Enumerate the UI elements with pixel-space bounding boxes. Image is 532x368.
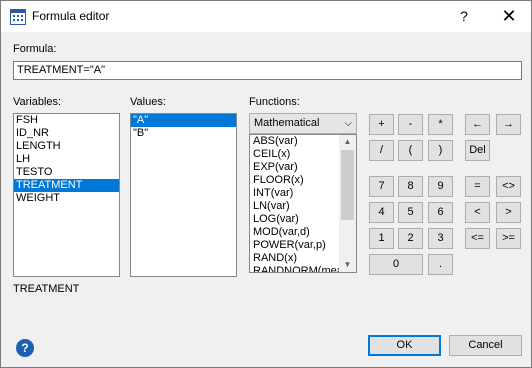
digit-3-button[interactable]: 3 xyxy=(428,228,453,249)
title-bar: Formula editor ? ✕ xyxy=(1,1,531,32)
greater-equal-button[interactable]: >= xyxy=(496,228,521,249)
function-item[interactable]: MOD(var,d) xyxy=(250,226,340,239)
plus-button[interactable]: + xyxy=(369,114,394,135)
value-item[interactable]: "B" xyxy=(131,127,236,140)
function-item[interactable]: POWER(var,p) xyxy=(250,239,340,252)
scrollbar-thumb[interactable] xyxy=(341,150,354,220)
formula-editor-dialog: Formula editor ? ✕ Formula: TREATMENT="A… xyxy=(0,0,532,368)
digit-4-button[interactable]: 4 xyxy=(369,202,394,223)
function-item[interactable]: RANDNORM(mean xyxy=(250,265,340,272)
digit-5-button[interactable]: 5 xyxy=(398,202,423,223)
not-equal-button[interactable]: <> xyxy=(496,176,521,197)
variable-item[interactable]: WEIGHT xyxy=(14,192,119,205)
variable-item[interactable]: LH xyxy=(14,153,119,166)
digit-6-button[interactable]: 6 xyxy=(428,202,453,223)
decimal-point-button[interactable]: . xyxy=(428,254,453,275)
less-than-button[interactable]: < xyxy=(465,202,490,223)
title-help-button[interactable]: ? xyxy=(447,1,481,32)
functions-label: Functions: xyxy=(249,96,300,108)
variable-item-selected[interactable]: TREATMENT xyxy=(14,179,119,192)
selected-variable-caption: TREATMENT xyxy=(13,283,80,295)
scroll-down-icon[interactable]: ▼ xyxy=(339,258,356,272)
function-item[interactable]: RAND(x) xyxy=(250,252,340,265)
ok-button[interactable]: OK xyxy=(368,335,441,356)
functions-scrollbar[interactable]: ▲ ▼ xyxy=(339,135,356,272)
functions-list[interactable]: ABS(var) CEIL(x) EXP(var) FLOOR(x) INT(v… xyxy=(249,134,357,273)
variable-item[interactable]: ID_NR xyxy=(14,127,119,140)
cursor-left-button[interactable]: ← xyxy=(465,114,490,135)
chevron-down-icon: ⌵ xyxy=(344,118,352,129)
function-item[interactable]: LN(var) xyxy=(250,200,340,213)
variable-item[interactable]: FSH xyxy=(14,114,119,127)
delete-button[interactable]: Del xyxy=(465,140,490,161)
close-button[interactable]: ✕ xyxy=(487,1,531,32)
minus-button[interactable]: - xyxy=(398,114,423,135)
function-item[interactable]: FLOOR(x) xyxy=(250,174,340,187)
function-item[interactable]: CEIL(x) xyxy=(250,148,340,161)
help-icon[interactable]: ? xyxy=(16,339,34,357)
function-category-select[interactable]: Mathematical ⌵ xyxy=(249,113,357,134)
digit-2-button[interactable]: 2 xyxy=(398,228,423,249)
greater-than-button[interactable]: > xyxy=(496,202,521,223)
digit-9-button[interactable]: 9 xyxy=(428,176,453,197)
variables-list[interactable]: FSH ID_NR LENGTH LH TESTO TREATMENT WEIG… xyxy=(13,113,120,277)
value-item-selected[interactable]: "A" xyxy=(131,114,236,127)
window-title: Formula editor xyxy=(32,9,110,23)
scroll-up-icon[interactable]: ▲ xyxy=(339,135,356,149)
equals-button[interactable]: = xyxy=(465,176,490,197)
formula-label: Formula: xyxy=(13,43,57,55)
multiply-button[interactable]: * xyxy=(428,114,453,135)
function-item[interactable]: INT(var) xyxy=(250,187,340,200)
function-item[interactable]: LOG(var) xyxy=(250,213,340,226)
function-item[interactable]: ABS(var) xyxy=(250,135,340,148)
function-item[interactable]: EXP(var) xyxy=(250,161,340,174)
close-paren-button[interactable]: ) xyxy=(428,140,453,161)
divide-button[interactable]: / xyxy=(369,140,394,161)
open-paren-button[interactable]: ( xyxy=(398,140,423,161)
values-label: Values: xyxy=(130,96,166,108)
formula-editor-icon xyxy=(10,9,26,25)
less-equal-button[interactable]: <= xyxy=(465,228,490,249)
digit-7-button[interactable]: 7 xyxy=(369,176,394,197)
variables-label: Variables: xyxy=(13,96,62,108)
function-category-value: Mathematical xyxy=(254,117,320,129)
formula-input[interactable]: TREATMENT="A" xyxy=(13,61,522,80)
cancel-button[interactable]: Cancel xyxy=(449,335,522,356)
digit-0-button[interactable]: 0 xyxy=(369,254,423,275)
digit-8-button[interactable]: 8 xyxy=(398,176,423,197)
digit-1-button[interactable]: 1 xyxy=(369,228,394,249)
variable-item[interactable]: LENGTH xyxy=(14,140,119,153)
cursor-right-button[interactable]: → xyxy=(496,114,521,135)
values-list[interactable]: "A" "B" xyxy=(130,113,237,277)
variable-item[interactable]: TESTO xyxy=(14,166,119,179)
